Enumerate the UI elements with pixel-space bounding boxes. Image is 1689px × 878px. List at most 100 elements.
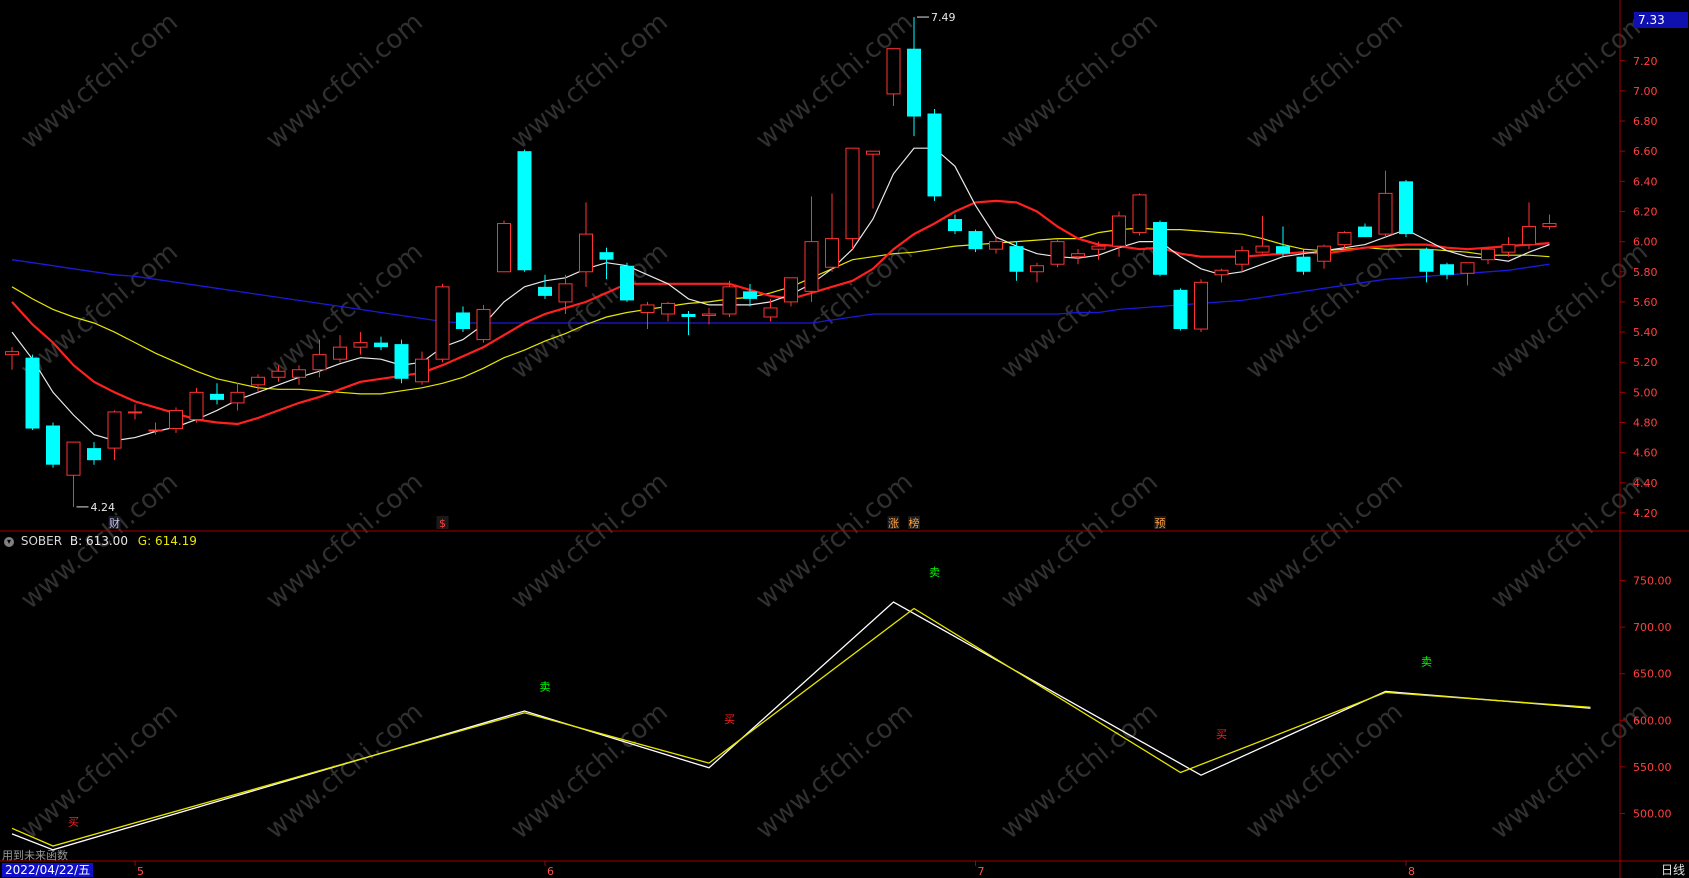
watermark-text: www.cfchi.com (15, 697, 184, 845)
indicator-g-value: G: 614.19 (137, 534, 197, 548)
indicator-tick-label: 500.00 (1633, 807, 1672, 820)
candle-body-up (415, 358, 429, 383)
indicator-tick-label: 550.00 (1633, 761, 1672, 774)
period-selector[interactable]: 日线 (1661, 862, 1685, 878)
candle-body-up (333, 346, 347, 360)
indicator-name: SOBER (20, 534, 63, 548)
candle-body-up (1337, 232, 1352, 246)
date-axis: 5 6 7 8 (134, 861, 1415, 878)
candle-body-up (1030, 265, 1044, 273)
candle-body-up (435, 286, 450, 360)
candle-body-up (1378, 192, 1393, 235)
candle-body-down (1358, 226, 1372, 238)
candle-body-up (1235, 250, 1249, 265)
candle-body-up (1255, 245, 1270, 253)
candle-body-up (1522, 226, 1536, 246)
candle-body-up (722, 286, 737, 315)
candle-body-up (640, 304, 655, 313)
price-tick-label: 7.20 (1633, 55, 1658, 68)
cursor-date-label: 2022/04/22/五 (2, 863, 94, 877)
annotation-label: 4.24 (91, 501, 116, 514)
candle-body-down (46, 425, 60, 465)
event-marker-label: 榜 (909, 516, 920, 530)
price-tick-label: 5.80 (1633, 266, 1658, 279)
watermark-text: www.cfchi.com (1485, 237, 1654, 385)
candle-body-up (271, 370, 286, 378)
watermark-text: www.cfchi.com (995, 7, 1164, 155)
candle-body-up (1132, 194, 1147, 234)
price-tick-label: 6.00 (1633, 236, 1658, 249)
candle-body-down (681, 313, 696, 317)
candle-body-up (148, 429, 163, 432)
candle-body-up (866, 150, 880, 155)
indicator-menu-icon[interactable]: ▾ (4, 536, 14, 547)
price-tick-label: 5.00 (1633, 386, 1658, 399)
candle-body-up (763, 307, 778, 318)
indicator-tick-label: 700.00 (1633, 621, 1672, 634)
candle-body-down (538, 286, 552, 296)
watermark-text: www.cfchi.com (750, 697, 919, 845)
sell-signal: 卖 (1421, 655, 1432, 668)
price-tick-label: 6.60 (1633, 145, 1658, 158)
indicator-header[interactable]: ▾ SOBER B: 613.00 G: 614.19 (4, 533, 197, 549)
price-tick-label: 6.80 (1633, 115, 1658, 128)
candle-body-down (620, 265, 634, 301)
candle-body-down (1153, 222, 1167, 275)
price-tick-label: 5.60 (1633, 296, 1658, 309)
indicator-tick-label: 650.00 (1633, 668, 1672, 681)
date-tick-label: 8 (1408, 865, 1415, 878)
candle-body-up (169, 409, 183, 430)
watermark-text: www.cfchi.com (1240, 467, 1409, 615)
candle-body-down (394, 344, 409, 379)
candle-body-up (1317, 245, 1331, 262)
candle-body-down (25, 357, 40, 429)
watermark-text: www.cfchi.com (1485, 7, 1654, 155)
watermark-text: www.cfchi.com (505, 697, 674, 845)
candle-body-up (1091, 245, 1106, 250)
event-marker-label: 预 (1155, 517, 1166, 530)
event-marker-label: $ (439, 517, 446, 530)
candle-body-up (1481, 248, 1495, 261)
candle-body-down (743, 291, 757, 299)
candle-body-down (1276, 246, 1290, 254)
price-tick-label: 4.80 (1633, 416, 1658, 429)
candle-body-up (825, 238, 839, 268)
candle-body-up (353, 342, 368, 348)
candle-body-down (210, 393, 224, 400)
candle-body-down (517, 151, 532, 271)
candle-body-up (1542, 223, 1557, 228)
candle-body-up (476, 308, 491, 341)
event-marker-label: 涨 (888, 517, 899, 530)
event-marker-label: 财 (109, 516, 120, 530)
candle-body-up (579, 233, 593, 273)
candle-body-down (1173, 289, 1188, 330)
candle-body-up (312, 354, 327, 371)
candle-body-up (1071, 253, 1085, 258)
watermark-text: www.cfchi.com (750, 467, 919, 615)
sell-signal: 卖 (540, 680, 551, 693)
price-tick-label: 4.20 (1633, 507, 1658, 520)
candle-body-up (107, 411, 122, 449)
candle-body-up (558, 283, 573, 303)
indicator-tick-label: 750.00 (1633, 575, 1672, 588)
candle-body-down (456, 312, 470, 330)
candle-body-down (968, 231, 983, 250)
candle-body-up (784, 277, 798, 303)
candle-body-down (948, 219, 962, 232)
candle-body-up (1214, 269, 1229, 276)
price-tick-label: 4.40 (1633, 477, 1658, 490)
candle-body-up (128, 411, 142, 414)
candle-body-up (1194, 281, 1208, 330)
candle-body-up (189, 391, 204, 420)
price-tick-label: 6.40 (1633, 175, 1658, 188)
candle-body-up (661, 302, 675, 315)
price-axis: 4.20 4.40 4.60 4.80 5.00 5.20 5.40 5.60 5.80 6.00… (1620, 55, 1658, 520)
candle-body-down (1419, 249, 1434, 272)
chart-canvas[interactable]: www.cfchi.com www.cfchi.com www.cfchi.com w… (0, 0, 1689, 878)
watermark-text: www.cfchi.com (1485, 467, 1654, 615)
candle-body-up (845, 147, 860, 240)
date-tick-label: 7 (978, 865, 985, 878)
date-tick-label: 5 (137, 865, 144, 878)
candle-body-up (497, 223, 511, 273)
candle-body-down (599, 252, 614, 260)
